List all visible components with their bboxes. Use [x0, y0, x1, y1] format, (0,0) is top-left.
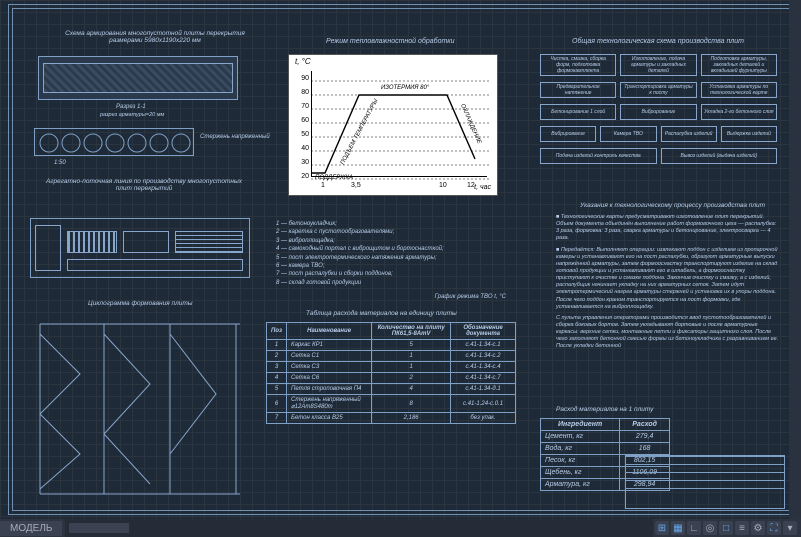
lineweight-icon[interactable]: ≡ [735, 521, 749, 535]
model-tab[interactable]: МОДЕЛЬ [0, 521, 62, 536]
flow-box: Транспортировка арматуры к посту [620, 82, 696, 98]
flow-box: Изготовление, подача арматуры и закладны… [620, 54, 696, 76]
layout-thumb[interactable] [69, 523, 129, 533]
title-aggregate: Агрегатно-поточная линия по производству… [44, 178, 244, 192]
plan-elevation [38, 56, 238, 100]
label-razrez-sub: разрез арматуры=20 мм [100, 112, 164, 118]
legend-list: 1 — бетоноукладчик; 2 — каретка с пустот… [276, 220, 506, 302]
section-holes [34, 128, 194, 156]
title-flow: Общая технологическая схема производства… [572, 38, 744, 45]
status-icons: ⊞ ▦ ∟ ◎ □ ≡ ⚙ ⛶ ▾ [655, 521, 801, 535]
drawing-canvas[interactable]: Схема армирования многопустотной плиты п… [0, 0, 801, 519]
flow-box: Вывоз изделий (выдача изделий) [661, 148, 778, 164]
flow-box: Вибрирование [540, 126, 596, 142]
title-reinforcement: Схема армирования многопустотной плиты п… [60, 30, 250, 44]
fullscreen-icon[interactable]: ⛶ [767, 521, 781, 535]
status-bar: МОДЕЛЬ ⊞ ▦ ∟ ◎ □ ≡ ⚙ ⛶ ▾ [0, 519, 801, 537]
table-main: Поз Наименование Количество на плиту ПК6… [266, 322, 516, 424]
polar-icon[interactable]: ◎ [703, 521, 717, 535]
title-cycle: Циклограмма формования плиты [88, 300, 193, 307]
title-mat: Расход материалов на 1 плиту [556, 406, 653, 413]
flow-box: Чистка, смазка, сборка форм, подготовка … [540, 54, 616, 76]
flow-box: Подача изделий контроль качества [540, 148, 657, 164]
ortho-icon[interactable]: ∟ [687, 521, 701, 535]
snap-icon[interactable]: ⊞ [655, 521, 669, 535]
flow-box: Предварительное натяжение [540, 82, 616, 98]
title-thermal: Режим тепловлажностной обработки [326, 38, 455, 45]
title-table-main: Таблица расхода материалов на единицу пл… [306, 310, 457, 317]
customize-icon[interactable]: ▾ [783, 521, 797, 535]
osnap-icon[interactable]: □ [719, 521, 733, 535]
title-block [625, 455, 785, 509]
aggregate-line-plan [30, 218, 250, 278]
flow-box: Укладка 2-го бетонного слоя [701, 104, 777, 120]
flow-box: Бетонирование 1 слой [540, 104, 616, 120]
settings-icon[interactable]: ⚙ [751, 521, 765, 535]
scrollbar-vertical[interactable] [789, 0, 801, 519]
cycle-diagram [30, 314, 250, 504]
flow-box: Камера ТВО [600, 126, 656, 142]
flow-box: Выдержка изделий [721, 126, 777, 142]
flow-box: Установка арматуры по технологической ка… [701, 82, 777, 98]
label-razrez: Разрез 1-1 [116, 104, 146, 110]
label-scale: 1:50 [54, 160, 66, 166]
notes-block: Технологические карты предусматривают из… [556, 214, 780, 355]
flow-box: Вибрирование [620, 104, 696, 120]
title-notes: Указания к технологическому процессу про… [580, 202, 765, 209]
grid-icon[interactable]: ▦ [671, 521, 685, 535]
flow-diagram: Чистка, смазка, сборка форм, подготовка … [540, 54, 777, 170]
thermal-chart: t, °C 20 30 40 50 60 70 80 90 1 3,5 10 1… [288, 54, 498, 196]
label-sterj: Стержень напряженный [200, 134, 270, 140]
flow-box: Распалубка изделий [661, 126, 717, 142]
flow-box: Подготовка арматуры, закладных деталей и… [701, 54, 777, 76]
